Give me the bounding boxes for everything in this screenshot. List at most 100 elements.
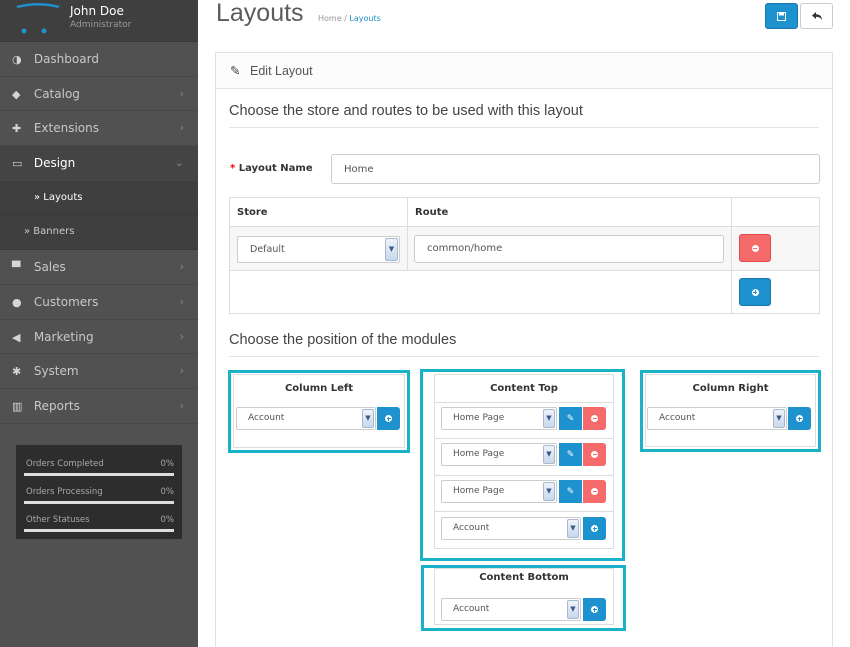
user-role: Administrator (70, 20, 132, 30)
cart-icon: ▀ (12, 261, 21, 275)
chevron-down-icon: ▼ (567, 519, 579, 538)
column-left-add-button[interactable] (377, 407, 400, 430)
content-top-add-button[interactable] (583, 517, 606, 540)
layout-name-label: * Layout Name (230, 163, 313, 174)
nav-item-system[interactable]: ✱ System › (0, 354, 198, 389)
content-top-module-select-3[interactable]: Home Page ▼ (441, 480, 557, 503)
sub-item-banners[interactable]: » Banners (0, 215, 198, 251)
minus-circle-icon (591, 415, 598, 422)
content-top-module-select-1[interactable]: Home Page ▼ (441, 407, 557, 430)
stat-percent: 0% (160, 487, 175, 497)
content-bottom-add-button[interactable] (583, 598, 606, 621)
chevron-down-icon: ▼ (543, 445, 555, 464)
nav-item-dashboard[interactable]: ◑ Dashboard (0, 42, 198, 77)
minus-circle-icon (591, 451, 598, 458)
nav-item-reports[interactable]: ▥ Reports › (0, 389, 198, 424)
content-top-module-select-2[interactable]: Home Page ▼ (441, 443, 557, 466)
chevron-right-icon: › (179, 364, 184, 378)
save-button[interactable] (765, 3, 798, 29)
column-right-module-select[interactable]: Account ▼ (647, 407, 787, 430)
user-profile[interactable]: John Doe Administrator (0, 0, 198, 42)
bar-chart-icon: ▥ (12, 399, 23, 413)
chevron-right-icon: › (179, 294, 184, 308)
pencil-icon: ✎ (566, 486, 575, 497)
column-header-route: Route (407, 197, 732, 227)
module-title: Content Top (435, 375, 613, 403)
stat-label: Orders Processing (26, 487, 103, 497)
module-title: Column Right (692, 383, 769, 394)
select-value: Account (453, 523, 490, 533)
chevron-right-icon: › (179, 121, 184, 135)
column-header-action (731, 197, 820, 227)
add-route-button[interactable] (739, 278, 771, 306)
module-title: Column Left (284, 383, 354, 394)
user-icon: ● (12, 295, 22, 309)
page-title: Layouts (216, 0, 304, 27)
reply-icon (811, 12, 822, 20)
nav-item-marketing[interactable]: ◀ Marketing › (0, 320, 198, 355)
nav-item-customers[interactable]: ● Customers › (0, 285, 198, 320)
store-select[interactable]: Default ▼ (237, 236, 400, 263)
table-row (229, 270, 820, 314)
chevron-right-icon: › (179, 329, 184, 343)
cog-icon: ✱ (12, 365, 22, 379)
breadcrumb-home[interactable]: Home (318, 14, 342, 23)
chevron-down-icon: ▼ (773, 409, 785, 428)
breadcrumb-current[interactable]: Layouts (349, 14, 380, 23)
select-value: Home Page (453, 413, 505, 423)
share-icon: ◀ (12, 330, 21, 344)
column-right-add-button[interactable] (788, 407, 811, 430)
plus-circle-icon (751, 288, 759, 296)
layout-name-input[interactable] (331, 154, 820, 184)
desktop-icon: ▭ (12, 157, 23, 171)
content-top-edit-button-3[interactable]: ✎ (559, 480, 582, 503)
stat-percent: 0% (160, 515, 175, 525)
nav-label: Catalog (33, 86, 80, 101)
nav-label: Extensions (33, 121, 99, 136)
back-button[interactable] (800, 3, 833, 29)
nav-label: Marketing (33, 329, 94, 344)
stat-percent: 0% (160, 459, 175, 469)
nav-label: Design (33, 156, 76, 171)
nav-item-design[interactable]: ▭ Design ⌄ (0, 146, 198, 181)
pencil-icon: ✎ (566, 449, 575, 460)
chevron-right-icon: › (179, 398, 184, 412)
chevron-right-icon: › (179, 260, 184, 274)
stat-other-statuses: Other Statuses 0% (24, 511, 174, 535)
chevron-down-icon: ⌄ (174, 156, 184, 170)
panel-heading-title: Edit Layout (250, 64, 313, 78)
pencil-icon: ✎ (566, 413, 575, 424)
nav-item-catalog[interactable]: ◆ Catalog › (0, 77, 198, 112)
minus-circle-icon (591, 488, 598, 495)
sub-item-layouts[interactable]: » Layouts (0, 180, 198, 216)
nav-item-sales[interactable]: ▀ Sales › (0, 250, 198, 285)
chevron-right-icon: › (179, 86, 184, 100)
content-top-remove-button-2[interactable] (583, 443, 606, 466)
stat-progress-bar (24, 501, 174, 504)
stat-progress-bar (24, 473, 174, 476)
select-value: Home Page (453, 486, 505, 496)
nav-item-extensions[interactable]: ✚ Extensions › (0, 111, 198, 147)
dashboard-icon: ◑ (12, 53, 22, 66)
tag-icon: ◆ (12, 87, 21, 101)
content-top-edit-button-1[interactable]: ✎ (559, 407, 582, 430)
content-top-remove-button-1[interactable] (583, 407, 606, 430)
puzzle-icon: ✚ (12, 122, 22, 136)
content-top-module-select-add[interactable]: Account ▼ (441, 517, 581, 540)
route-input[interactable]: common/home (414, 235, 724, 263)
plus-circle-icon (796, 415, 803, 422)
minus-circle-icon (751, 244, 759, 252)
sidebar: John Doe Administrator ◑ Dashboard ◆ Cat… (0, 0, 198, 647)
user-name: John Doe (70, 4, 124, 18)
content-top-remove-button-3[interactable] (583, 480, 606, 503)
remove-route-button[interactable] (739, 234, 771, 262)
content-top-edit-button-2[interactable]: ✎ (559, 443, 582, 466)
column-header-store: Store (229, 197, 408, 227)
legend-module-positions: Choose the position of the modules (229, 332, 819, 357)
legend-store-routes: Choose the store and routes to be used w… (229, 103, 819, 128)
stat-orders-processing: Orders Processing 0% (24, 483, 174, 507)
column-left-module-select[interactable]: Account ▼ (236, 407, 376, 430)
content-bottom-module-select[interactable]: Account ▼ (441, 598, 581, 621)
order-stats-widget: Orders Completed 0% Orders Processing 0%… (16, 445, 182, 539)
store-select-value: Default (250, 244, 285, 255)
